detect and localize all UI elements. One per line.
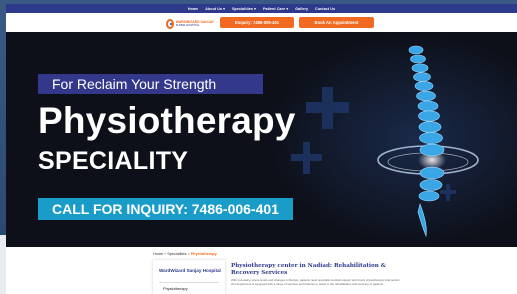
hero-tagline: For Reclaim Your Strength: [52, 76, 217, 92]
article-body: With increasing stress levels and change…: [231, 278, 401, 287]
content-section: Home»Specialities»Physiotherapy WardWiza…: [6, 247, 517, 294]
spine-illustration-icon: [377, 45, 479, 238]
web-page: Home About Us ▾ Specialities ▾ Patient C…: [6, 4, 517, 294]
article-title: Physiotherapy center in Nadiad: Rehabili…: [231, 263, 386, 277]
nav-item-gallery[interactable]: Gallery: [295, 7, 308, 11]
sidebar-title: WardWizard Sanjay Hospital: [159, 268, 221, 273]
sidebar-item-physiotherapy[interactable]: Physiotherapy: [163, 286, 188, 291]
breadcrumb-home[interactable]: Home: [153, 252, 163, 256]
nav-item-patient-care[interactable]: Patient Care ▾: [263, 7, 288, 11]
tagline-banner: For Reclaim Your Strength: [38, 74, 263, 94]
logo-mark-icon: [166, 19, 174, 29]
breadcrumb: Home»Specialities»Physiotherapy: [153, 252, 217, 256]
breadcrumb-separator: »: [164, 252, 167, 256]
enquiry-button[interactable]: Enquiry: 7486-006-401: [220, 17, 294, 28]
hero-subtitle: SPECIALITY: [38, 147, 189, 175]
sidebar-divider: [159, 282, 219, 283]
sidebar-card: WardWizard Sanjay Hospital Physiotherapy: [153, 260, 225, 294]
hospital-logo[interactable]: WARDWIZARD SANJAY SUPER HOSPITAL: [166, 18, 214, 30]
logo-text: WARDWIZARD SANJAY SUPER HOSPITAL: [175, 20, 214, 28]
site-header: WARDWIZARD SANJAY SUPER HOSPITAL Enquiry…: [6, 13, 517, 34]
breadcrumb-separator: »: [187, 252, 190, 256]
hero-banner: For Reclaim Your Strength Physiotherapy …: [6, 32, 517, 247]
book-appointment-button[interactable]: Book An Appointment: [299, 17, 374, 28]
nav-item-contact-us[interactable]: Contact Us: [315, 7, 335, 11]
nav-item-specialities[interactable]: Specialities ▾: [232, 7, 256, 11]
breadcrumb-current: Physiotherapy: [190, 252, 217, 256]
inquiry-banner[interactable]: CALL FOR INQUIRY: 7486-006-401: [38, 198, 293, 220]
hero-title: Physiotherapy: [38, 100, 296, 141]
breadcrumb-specialities[interactable]: Specialities: [167, 252, 186, 256]
top-navigation: Home About Us ▾ Specialities ▾ Patient C…: [6, 4, 517, 13]
nav-item-about-us[interactable]: About Us ▾: [205, 7, 225, 11]
inquiry-phone-text: CALL FOR INQUIRY: 7486-006-401: [52, 201, 279, 217]
nav-item-home[interactable]: Home: [188, 7, 198, 11]
logo-line-2: SUPER HOSPITAL: [175, 23, 200, 28]
